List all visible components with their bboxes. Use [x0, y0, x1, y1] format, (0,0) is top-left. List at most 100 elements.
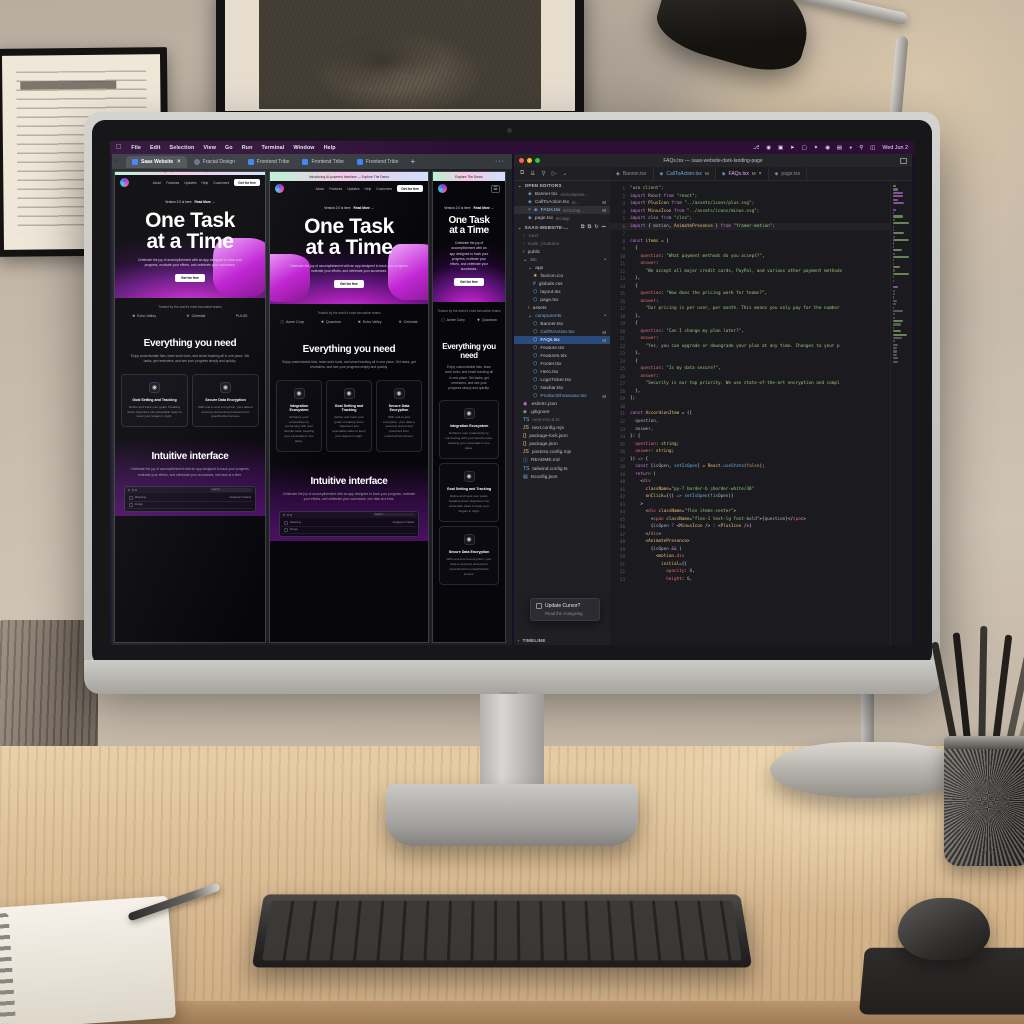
explorer-item-productshowcase-tsx[interactable]: ⬡ ProductShowcase.tsx M: [514, 392, 610, 400]
code-line[interactable]: 7: [610, 230, 912, 238]
code-line[interactable]: 52 opacity: 0,: [610, 568, 912, 576]
close-button[interactable]: [519, 158, 524, 163]
nav-help[interactable]: Help: [364, 187, 371, 191]
code-line[interactable]: 1 "use client";: [610, 185, 912, 193]
code-line[interactable]: 9 {: [610, 245, 912, 253]
nav-updates[interactable]: Updates: [184, 181, 196, 185]
menu-help[interactable]: Help: [324, 145, 336, 151]
feature-card-secure[interactable]: ◉ Secure Data Encryption With end-to-end…: [376, 379, 422, 453]
site-preview-desktop-wide[interactable]: Introducing AI-powered Interface — Explo…: [114, 171, 266, 643]
code-line[interactable]: 49 {isOpen && (: [610, 546, 912, 554]
explorer-item-favicon-ico[interactable]: ★ favicon.ico: [514, 272, 610, 280]
code-line[interactable]: 24 {: [610, 358, 912, 366]
explorer-item-calltoaction-tsx[interactable]: ⬡ CallToAction.tsx M: [514, 328, 610, 336]
open-editor-1[interactable]: ◈ CallToAction.tsx sr... M: [514, 198, 610, 206]
code-line[interactable]: 40 <div: [610, 478, 912, 486]
site-preview-desktop-narrow[interactable]: Introducing AI-powered Interface — Explo…: [269, 171, 429, 643]
editor-tab-calltoaction[interactable]: ◈ CallToAction.tsx M: [654, 167, 716, 180]
explorer-item-assets[interactable]: › assets: [514, 304, 610, 312]
code-line[interactable]: 2 import React from "react";: [610, 193, 912, 201]
code-editor[interactable]: 1 "use client"; 2 import React from "react"…: [610, 181, 912, 645]
explorer-item-package-lock-json[interactable]: {} package-lock.json: [514, 432, 610, 440]
code-line[interactable]: 36 answer: string;: [610, 448, 912, 456]
code-line[interactable]: 47 </div>: [610, 531, 912, 539]
code-line[interactable]: 25 question: "Is my data secure?",: [610, 365, 912, 373]
code-line[interactable]: 14 {: [610, 283, 912, 291]
timeline-section[interactable]: › TIMELINE: [514, 636, 912, 645]
promo-banner[interactable]: Introducing AI-powered Interface — Explo…: [270, 172, 428, 181]
code-line[interactable]: 51 initial={{: [610, 561, 912, 569]
close-icon[interactable]: ×: [759, 171, 762, 177]
new-folder-icon[interactable]: ⧉: [588, 224, 592, 230]
code-line[interactable]: 48 <AnimatePresence>: [610, 538, 912, 546]
explorer-item-hero-tsx[interactable]: ⬡ Hero.tsx: [514, 368, 610, 376]
window-controls[interactable]: [519, 158, 540, 163]
home-icon[interactable]: ⌂: [115, 158, 123, 166]
keyboard[interactable]: [251, 894, 753, 968]
menu-selection[interactable]: Selection: [170, 145, 195, 151]
collapse-icon[interactable]: ⎓: [602, 224, 606, 230]
code-line[interactable]: 22 "Yes, you can upgrade or downgrade yo…: [610, 343, 912, 351]
record-icon[interactable]: ◉: [766, 145, 771, 151]
feature-card-goal[interactable]: ◉ Goal Setting and Tracking Define and t…: [439, 463, 499, 522]
explorer-item-navbar-tsx[interactable]: ⬡ Navbar.tsx: [514, 384, 610, 392]
code-line[interactable]: 12 "We accept all major credit cards, Pa…: [610, 268, 912, 276]
screen-icon[interactable]: ▣: [778, 145, 783, 151]
menu-view[interactable]: View: [203, 145, 216, 151]
hero-cta-button[interactable]: Get for free: [334, 280, 364, 289]
code-line[interactable]: 19 {: [610, 320, 912, 328]
close-icon[interactable]: [536, 603, 542, 609]
update-notification[interactable]: Update Cursor? Read the changelog.: [530, 598, 600, 621]
browser-tab-saas-website[interactable]: Saas Website ×: [126, 155, 187, 168]
code-line[interactable]: 50 <motion.div: [610, 553, 912, 561]
control-center-icon[interactable]: ◫: [870, 145, 875, 151]
nav-updates[interactable]: Updates: [347, 187, 359, 191]
site-logo-icon[interactable]: [438, 184, 447, 193]
browser-tab-frontend-tribe-1[interactable]: Frontend Tribe: [242, 156, 296, 168]
explorer-item--gitignore[interactable]: ◆ .gitignore: [514, 408, 610, 416]
close-icon[interactable]: ×: [528, 207, 531, 213]
bluetooth-icon[interactable]: ⎇: [753, 145, 759, 151]
clock-icon[interactable]: ◉: [825, 145, 830, 151]
code-line[interactable]: 18 },: [610, 313, 912, 321]
feature-card-goal[interactable]: ◉ Goal Setting and Tracking Define and t…: [326, 379, 372, 453]
notion-icon[interactable]: ▢: [802, 145, 807, 151]
explorer-item-faqs-tsx[interactable]: ⬡ FAQs.tsx M: [514, 336, 610, 344]
explorer-item-app[interactable]: ⌄ app: [514, 264, 610, 272]
site-logo-icon[interactable]: [120, 178, 129, 187]
nav-about[interactable]: About: [153, 181, 162, 185]
app-search-field[interactable]: Search: [373, 512, 415, 517]
editor-tab-page[interactable]: ◈ page.tsx: [769, 167, 808, 180]
hamburger-menu-icon[interactable]: ☰: [491, 184, 500, 193]
code-line[interactable]: 43 >: [610, 501, 912, 509]
explorer-item--next[interactable]: › .next: [514, 232, 610, 240]
menu-file[interactable]: File: [131, 145, 141, 151]
feature-card-integration[interactable]: ◉ Integration Ecosystem Enhance your pro…: [439, 400, 499, 460]
explorer-sidebar[interactable]: ⌄ OPEN EDITORS ◈ Banner.tsx src/compone... ◈ C…: [514, 181, 912, 645]
menu-terminal[interactable]: Terminal: [261, 145, 284, 151]
code-line[interactable]: 35 question: string;: [610, 441, 912, 449]
open-editor-2[interactable]: × ◈ FAGs.tsx src/comp... M: [514, 206, 610, 214]
explorer-item-page-tsx[interactable]: ⬡ page.tsx: [514, 296, 610, 304]
browser-tab-fractal-design[interactable]: Fractal Design: [188, 156, 241, 168]
chevron-down-icon[interactable]: ⌄: [562, 170, 567, 177]
minimap[interactable]: [890, 181, 912, 645]
code-line[interactable]: 28 },: [610, 388, 912, 396]
nav-customers[interactable]: Customers: [213, 181, 229, 185]
open-editor-3[interactable]: ◈ page.tsx src/app: [514, 214, 610, 222]
explorer-item-public[interactable]: › public: [514, 248, 610, 256]
split-icon[interactable]: ⇊: [530, 170, 535, 177]
code-line[interactable]: 29];: [610, 395, 912, 403]
explorer-item-feature-tsx[interactable]: ⬡ Feature.tsx: [514, 344, 610, 352]
explorer-item-tsconfig-json[interactable]: ▤ tsconfig.json: [514, 473, 610, 481]
code-line[interactable]: 44 <div className="flex items-center">: [610, 508, 912, 516]
app-search-field[interactable]: Search: [210, 488, 252, 492]
site-preview-mobile[interactable]: Explore The Demo ☰ Version 2.0 is here R…: [432, 171, 506, 643]
code-line[interactable]: 31 const AccordionItem = ({: [610, 410, 912, 418]
code-line[interactable]: 39 return (: [610, 471, 912, 479]
explorer-item-readme-md[interactable]: ⓘ README.md: [514, 456, 610, 465]
browser-tab-frontend-tribe-2[interactable]: Frontend Tribe: [296, 156, 350, 168]
code-line[interactable]: 15 question: "How does the pricing work …: [610, 290, 912, 298]
explorer-item-node-modules[interactable]: › node_modules: [514, 240, 610, 248]
hero-readmore-link[interactable]: Read More →: [474, 206, 494, 210]
